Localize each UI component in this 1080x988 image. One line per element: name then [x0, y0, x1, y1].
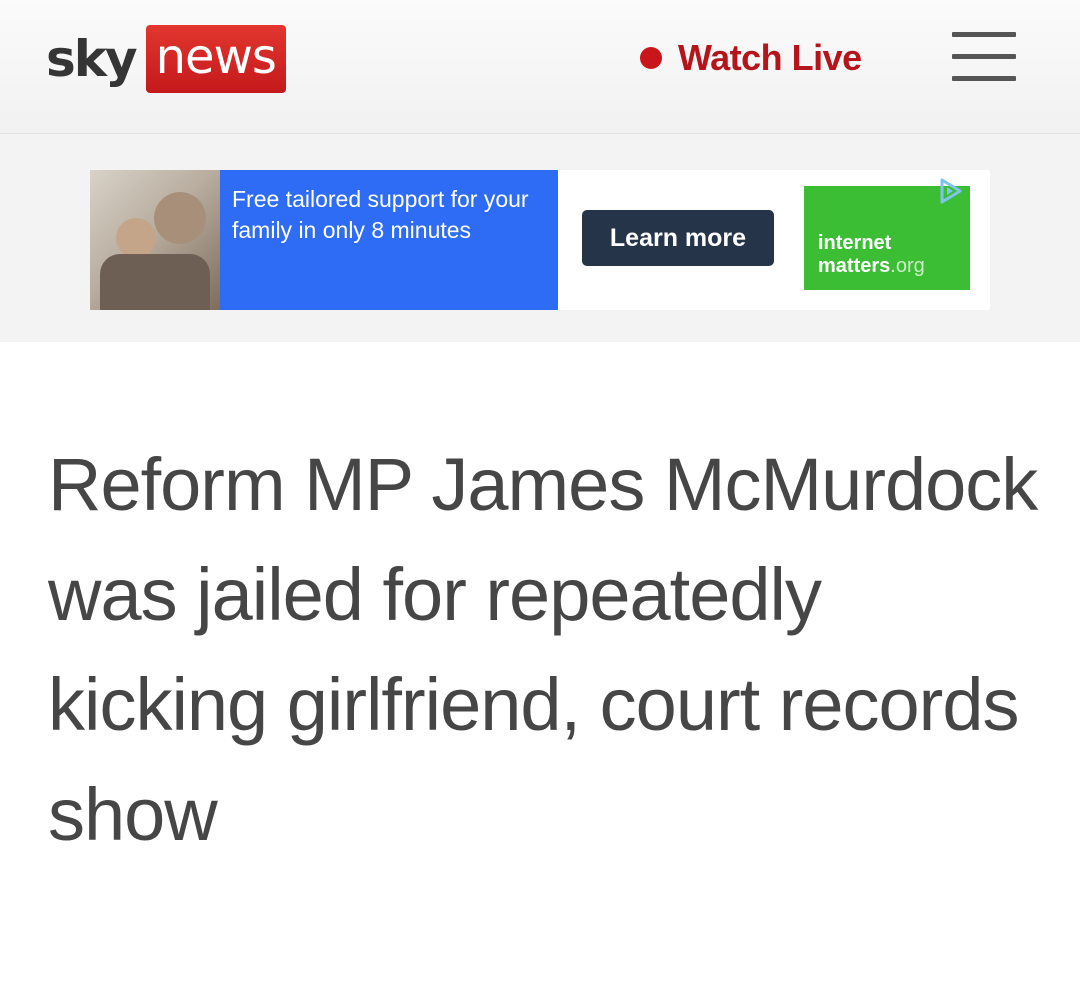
logo-sky-text: sky: [46, 30, 138, 88]
ad-learn-more-button[interactable]: Learn more: [582, 210, 774, 266]
ad-photo-figure: [100, 254, 210, 310]
sky-news-logo[interactable]: sky news: [46, 24, 286, 94]
ad-copy-panel: Free tailored support for your family in…: [220, 170, 558, 310]
ad-photo-figure: [116, 218, 156, 258]
article-headline: Reform MP James McMurdock was jailed for…: [48, 443, 1038, 856]
ad-photo-figure: [154, 192, 206, 244]
menu-icon-bar: [952, 54, 1016, 59]
menu-icon-bar: [952, 32, 1016, 37]
logo-news-badge: news: [145, 25, 286, 93]
ad-copy-text: Free tailored support for your family in…: [232, 186, 529, 243]
watch-live-label: Watch Live: [678, 37, 862, 78]
menu-icon-bar: [952, 76, 1016, 81]
ad-brand-line1: internet: [818, 232, 892, 254]
ad-brand-suffix: .org: [890, 255, 925, 277]
menu-icon[interactable]: [952, 32, 1016, 82]
ad-choices-icon[interactable]: [934, 176, 964, 206]
ad-container: Free tailored support for your family in…: [0, 134, 1080, 342]
ad-banner[interactable]: Free tailored support for your family in…: [90, 170, 990, 310]
watch-live-link[interactable]: Watch Live: [640, 36, 862, 80]
ad-family-photo: [90, 170, 220, 310]
ad-brand-name: matters: [818, 255, 891, 277]
site-header: sky news Watch Live: [0, 0, 1080, 134]
live-dot-icon: [640, 47, 662, 69]
ad-brand-line2: matters.org: [818, 255, 960, 278]
